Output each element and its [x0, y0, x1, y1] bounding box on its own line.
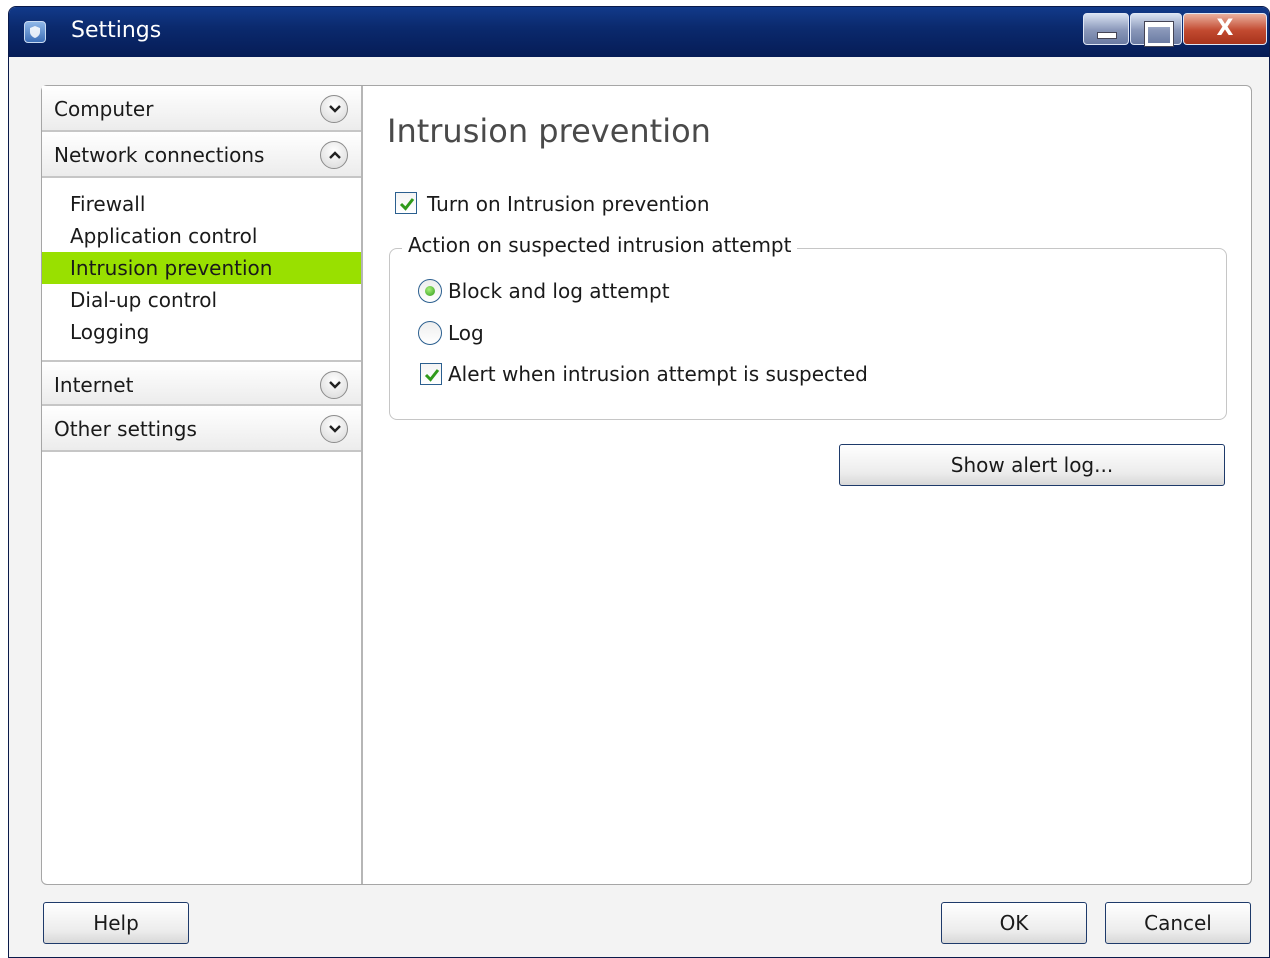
sidebar-item-label: Intrusion prevention — [70, 256, 273, 280]
sidebar: Computer Network connections Firewall Ap… — [42, 86, 363, 884]
log-label[interactable]: Log — [448, 321, 484, 345]
chevron-up-icon[interactable] — [320, 141, 348, 169]
category-label: Network connections — [54, 143, 265, 167]
category-label: Internet — [54, 373, 134, 397]
cancel-button[interactable]: Cancel — [1105, 902, 1251, 944]
close-button[interactable]: X — [1183, 13, 1267, 45]
category-label: Computer — [54, 97, 154, 121]
group-title: Action on suspected intrusion attempt — [402, 233, 798, 257]
turn-on-intrusion-prevention-label[interactable]: Turn on Intrusion prevention — [427, 192, 710, 216]
sidebar-item-label: Application control — [70, 224, 258, 248]
show-alert-log-button[interactable]: Show alert log... — [839, 444, 1225, 486]
sidebar-item-label: Dial-up control — [70, 288, 218, 312]
minimize-button[interactable] — [1083, 13, 1129, 45]
window-title: Settings — [71, 18, 162, 43]
sidebar-item-label: Logging — [70, 320, 150, 344]
category-internet[interactable]: Internet — [42, 360, 361, 406]
category-label: Other settings — [54, 417, 197, 441]
sidebar-item-application-control[interactable]: Application control — [42, 220, 361, 252]
block-and-log-label[interactable]: Block and log attempt — [448, 279, 670, 303]
sidebar-item-label: Firewall — [70, 192, 146, 216]
close-icon: X — [1216, 16, 1234, 41]
sidebar-item-logging[interactable]: Logging — [42, 316, 361, 348]
category-network-connections[interactable]: Network connections — [42, 132, 361, 178]
sidebar-item-dial-up-control[interactable]: Dial-up control — [42, 284, 361, 316]
alert-when-suspected-label[interactable]: Alert when intrusion attempt is suspecte… — [448, 362, 868, 386]
check-icon — [424, 369, 440, 382]
chevron-down-icon[interactable] — [320, 415, 348, 443]
help-button[interactable]: Help — [43, 902, 189, 944]
category-other-settings[interactable]: Other settings — [42, 406, 361, 452]
main-content: Intrusion prevention Turn on Intrusion p… — [363, 86, 1251, 884]
check-icon — [399, 198, 415, 211]
page-title: Intrusion prevention — [387, 112, 711, 150]
sidebar-item-firewall[interactable]: Firewall — [42, 188, 361, 220]
maximize-button[interactable] — [1130, 13, 1182, 47]
action-groupbox: Action on suspected intrusion attempt Bl… — [389, 233, 1227, 420]
radio-selected-dot — [425, 286, 435, 296]
chevron-down-icon[interactable] — [320, 371, 348, 399]
ok-button[interactable]: OK — [941, 902, 1087, 944]
category-computer[interactable]: Computer — [42, 86, 361, 132]
title-bar[interactable]: Settings X — [9, 7, 1269, 57]
settings-window: Settings X Computer Network connections … — [8, 6, 1270, 958]
sidebar-item-intrusion-prevention[interactable]: Intrusion prevention — [42, 252, 361, 284]
settings-panel: Computer Network connections Firewall Ap… — [41, 85, 1252, 885]
alert-when-suspected-checkbox[interactable] — [420, 363, 442, 385]
chevron-down-icon[interactable] — [320, 95, 348, 123]
app-shield-icon — [24, 21, 46, 43]
log-radio[interactable] — [418, 321, 442, 345]
turn-on-intrusion-prevention-checkbox[interactable] — [395, 192, 417, 214]
block-and-log-radio[interactable] — [418, 279, 442, 303]
